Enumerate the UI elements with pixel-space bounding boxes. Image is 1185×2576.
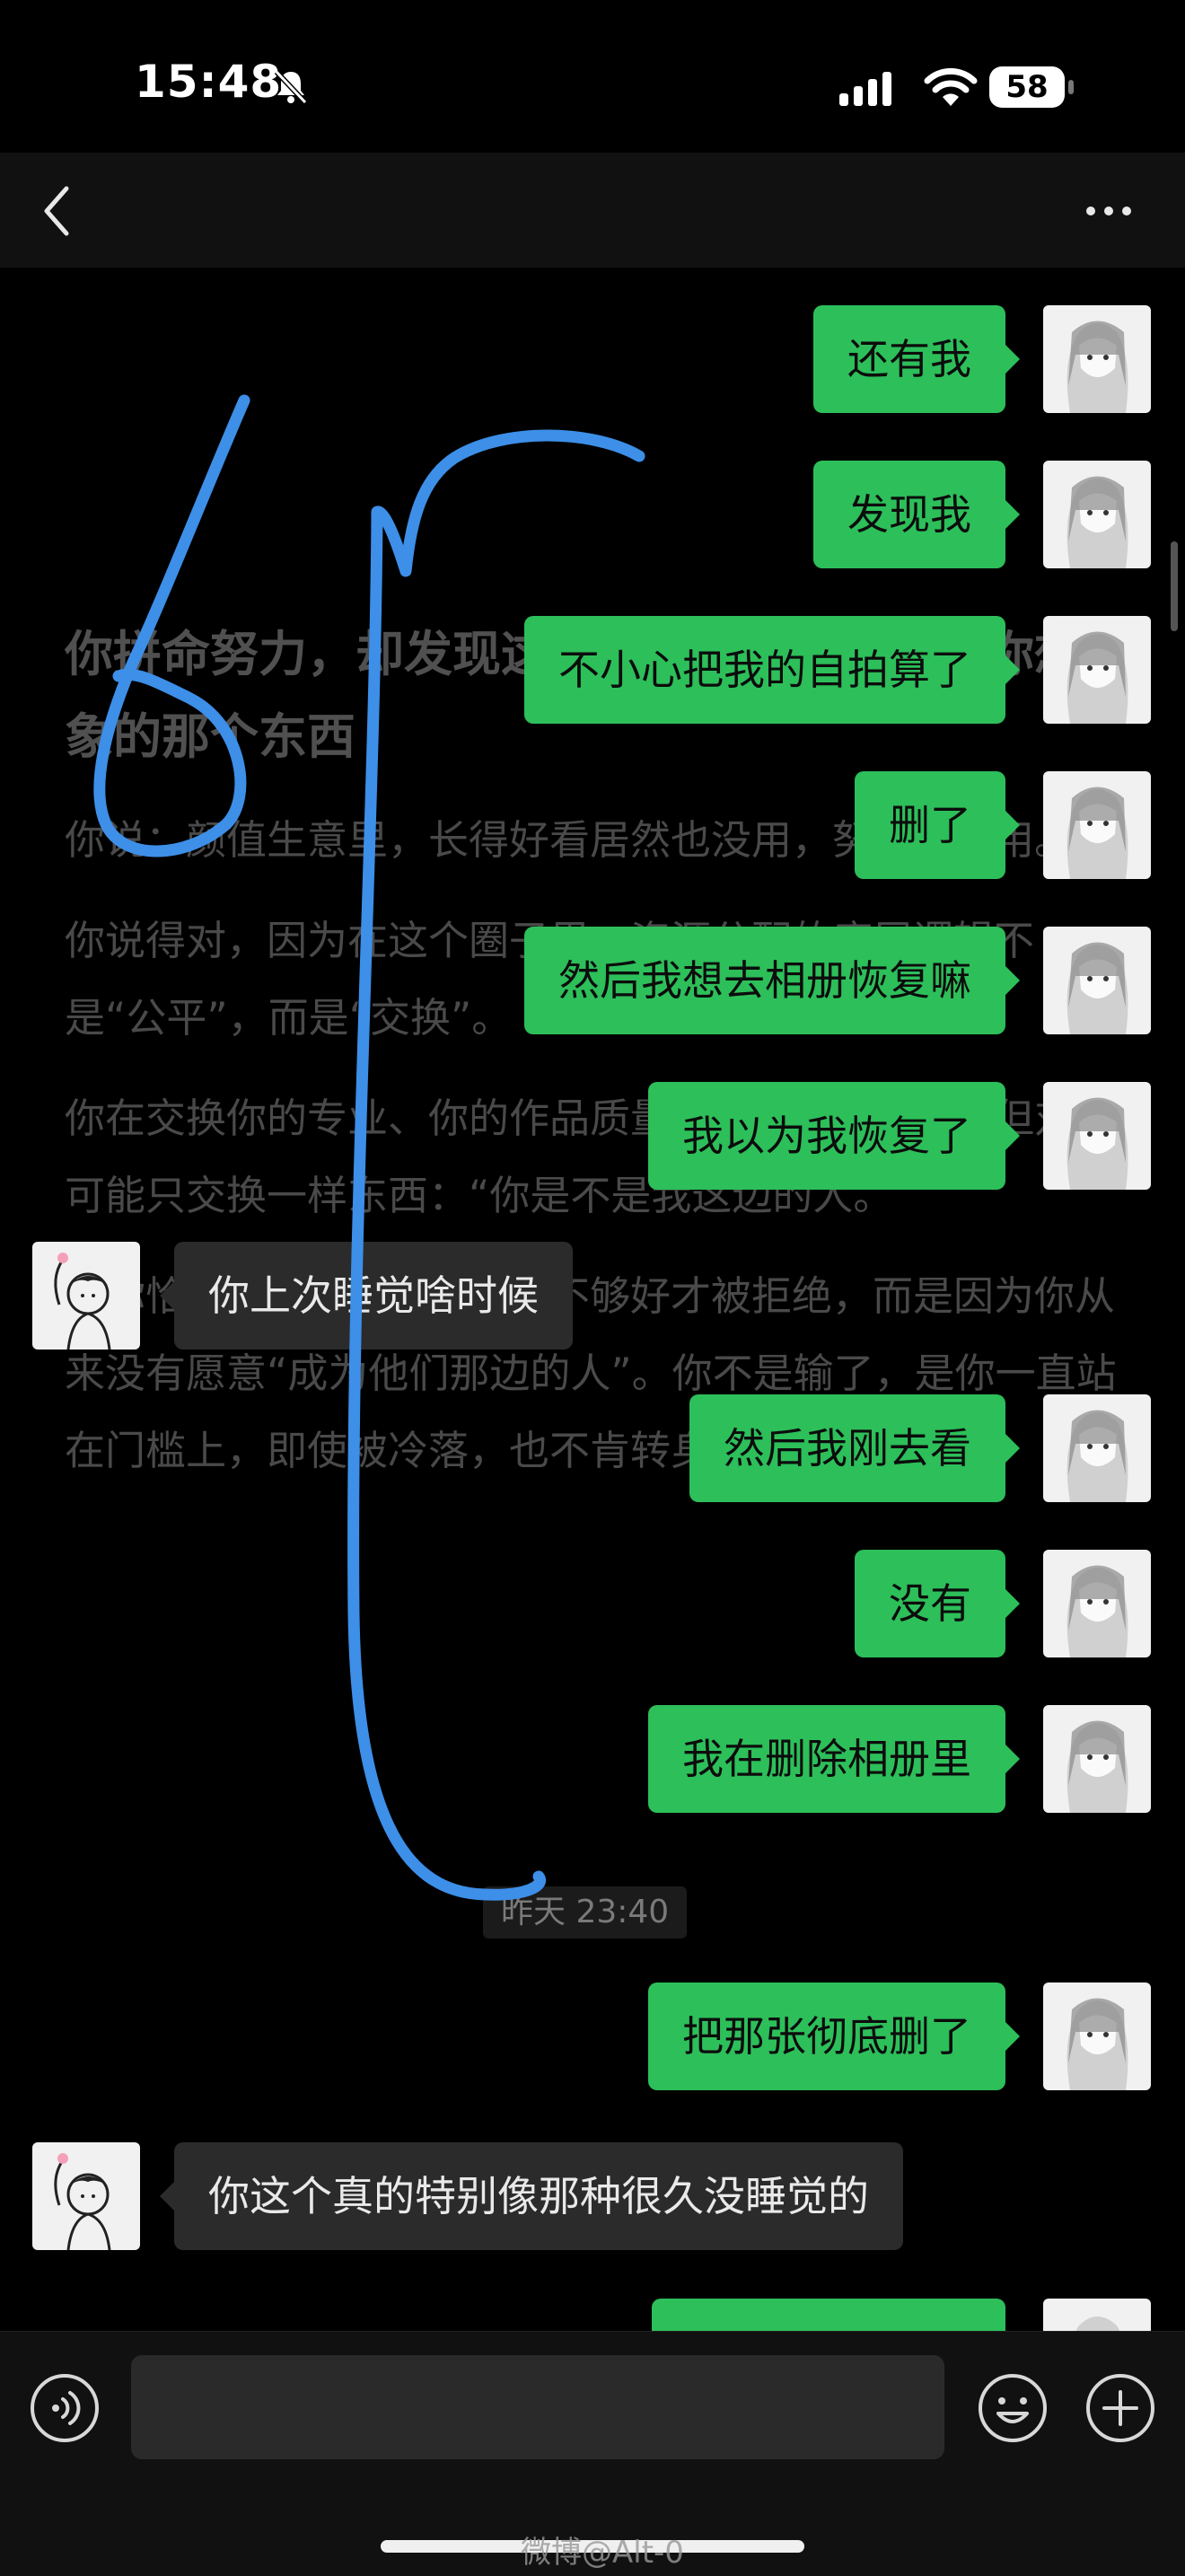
watermark: 微博@Alt-0 — [521, 2535, 684, 2571]
my-avatar[interactable] — [1043, 927, 1151, 1034]
signal-icon — [839, 72, 891, 106]
contact-avatar[interactable] — [32, 1242, 140, 1350]
outgoing-message[interactable]: 然后我刚去看 — [689, 1394, 1020, 1502]
outgoing-message[interactable]: 没有 — [855, 1550, 1020, 1657]
my-avatar[interactable] — [1043, 1082, 1151, 1190]
incoming-message[interactable]: 你上次睡觉啥时候 — [160, 1242, 573, 1350]
my-avatar[interactable] — [1043, 1705, 1151, 1813]
chat-header — [0, 153, 1185, 268]
chat-title — [503, 189, 718, 224]
my-avatar[interactable] — [1043, 1550, 1151, 1657]
outgoing-message[interactable]: 我在删除相册里 — [648, 1705, 1020, 1813]
my-avatar[interactable] — [1043, 1394, 1151, 1502]
my-avatar[interactable] — [1043, 461, 1151, 568]
bell-off-icon — [274, 69, 308, 105]
outgoing-message[interactable]: 然后我想去相册恢复嘛 — [524, 927, 1020, 1034]
my-avatar[interactable] — [1043, 1983, 1151, 2090]
voice-icon[interactable] — [29, 2372, 101, 2444]
timestamp-divider: 昨天 23:40 — [483, 1886, 688, 1939]
my-avatar[interactable] — [1043, 305, 1151, 413]
chevron-left-icon[interactable] — [36, 180, 90, 242]
outgoing-message[interactable]: 不小心把我的自拍算了 — [524, 616, 1020, 724]
my-avatar[interactable] — [1043, 2299, 1151, 2331]
outgoing-message[interactable]: 删了 — [855, 771, 1020, 879]
chat-message-list[interactable]: 你拼命努力，却发现这个圈子里的规则不是你想象的那个东西 你说：颜值生意里，长得好… — [0, 268, 1185, 2331]
my-avatar[interactable] — [1043, 771, 1151, 879]
my-avatar[interactable] — [1043, 616, 1151, 724]
outgoing-message[interactable]: 把那张彻底删了 — [648, 1983, 1020, 2090]
battery-icon: 58 — [989, 66, 1075, 108]
outgoing-message[interactable]: 我以为我恢复了 — [648, 1082, 1020, 1190]
emoji-icon[interactable] — [977, 2372, 1049, 2444]
status-bar: 15:48 58 — [0, 0, 1185, 153]
contact-avatar[interactable] — [32, 2142, 140, 2250]
incoming-message[interactable]: 你这个真的特别像那种很久没睡觉的 — [160, 2142, 903, 2250]
plus-icon[interactable] — [1084, 2372, 1156, 2444]
battery-level: 58 — [989, 66, 1065, 108]
message-input-bar: 微博@Alt-0 — [0, 2331, 1185, 2576]
background-article-image: 你拼命努力，却发现这个圈子里的规则不是你想象的那个东西 你说：颜值生意里，长得好… — [65, 613, 1124, 1490]
wifi-icon — [924, 67, 978, 106]
outgoing-message[interactable]: 发现我 — [813, 461, 1020, 568]
status-time: 15:48 — [135, 56, 283, 108]
outgoing-message[interactable]: 还有我 — [813, 305, 1020, 413]
battery-tip — [1068, 80, 1074, 94]
scrollbar[interactable] — [1171, 541, 1178, 631]
outgoing-message-partial[interactable] — [652, 2299, 1005, 2331]
more-icon[interactable] — [1077, 189, 1140, 233]
message-input[interactable] — [131, 2355, 944, 2459]
